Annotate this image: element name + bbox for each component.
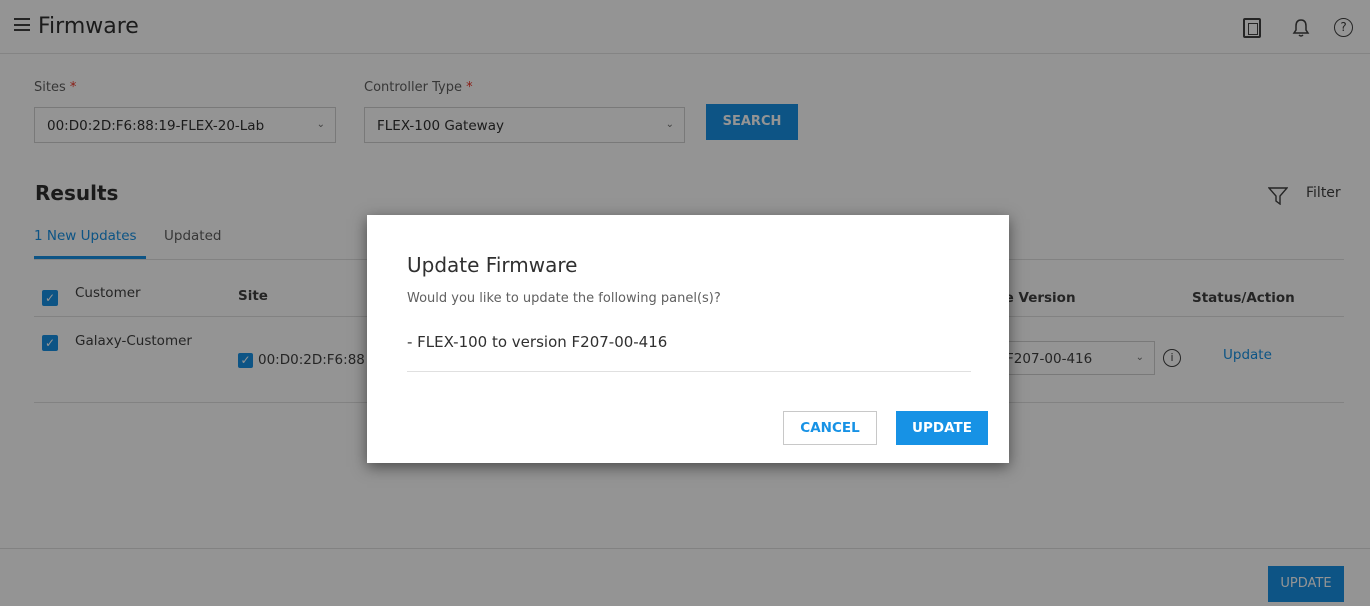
update-button[interactable]: UPDATE <box>896 411 988 445</box>
dialog-subtitle: Would you like to update the following p… <box>407 291 721 306</box>
cancel-button[interactable]: CANCEL <box>783 411 877 445</box>
dialog-panel-item: - FLEX-100 to version F207-00-416 <box>407 333 668 351</box>
dialog-divider <box>407 371 971 372</box>
update-firmware-dialog: Update Firmware Would you like to update… <box>367 215 1009 463</box>
dialog-title: Update Firmware <box>407 253 578 277</box>
